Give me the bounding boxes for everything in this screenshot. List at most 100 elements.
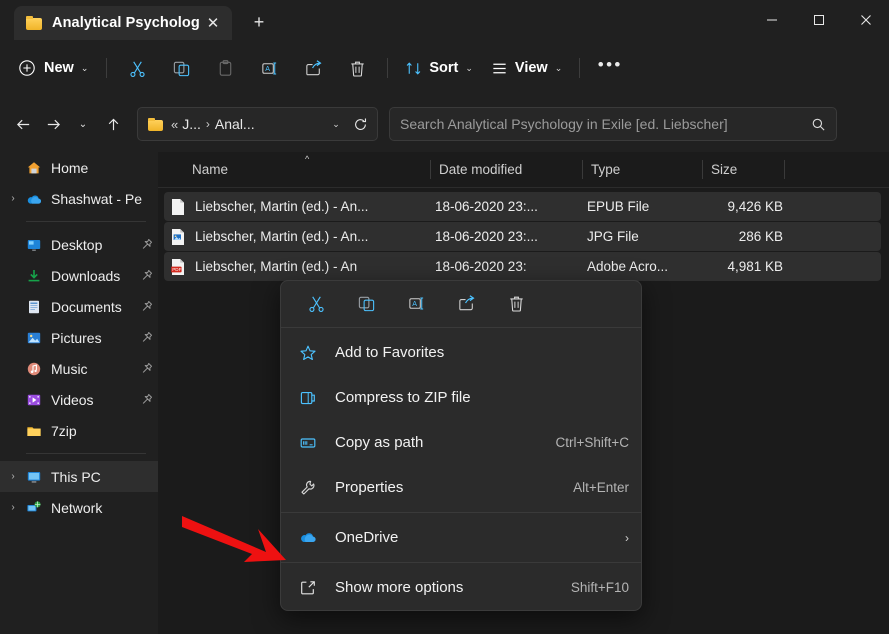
file-explorer-window: Analytical Psychology in Exile [ed. Lieb… xyxy=(0,0,889,634)
context-rename-button[interactable]: A xyxy=(391,286,441,320)
folder-icon xyxy=(26,423,42,439)
table-row[interactable]: Liebscher, Martin (ed.) - An... 18-06-20… xyxy=(164,222,881,251)
submenu-chevron-icon: › xyxy=(625,530,629,545)
pictures-icon xyxy=(26,330,42,346)
context-menu-item-show-more-options[interactable]: Show more options Shift+F10 xyxy=(281,565,641,610)
sidebar-item-music[interactable]: › Music xyxy=(0,353,158,384)
search-box[interactable]: Search Analytical Psychology in Exile [e… xyxy=(389,107,837,141)
share-button[interactable] xyxy=(291,51,335,85)
sort-button[interactable]: Sort ⌄ xyxy=(396,51,482,85)
maximize-button[interactable] xyxy=(795,0,842,40)
pin-icon[interactable] xyxy=(134,362,158,375)
tab-analytical-psychology[interactable]: Analytical Psychology in Exile [ed. Lieb… xyxy=(14,6,232,40)
sidebar-item-label: Desktop xyxy=(51,236,103,253)
column-header-date-modified[interactable]: Date modified xyxy=(431,152,583,187)
column-header-type[interactable]: Type xyxy=(583,152,703,187)
pin-icon[interactable] xyxy=(134,238,158,251)
breadcrumb-item-1[interactable]: J... xyxy=(182,116,201,132)
minimize-button[interactable] xyxy=(748,0,795,40)
sidebar-item-videos[interactable]: › Videos xyxy=(0,384,158,415)
file-date-cell: 18-06-2020 23:... xyxy=(435,229,538,244)
cut-button[interactable] xyxy=(115,51,159,85)
file-size-cell: 4,981 KB xyxy=(727,259,783,274)
context-menu-toolbar: A xyxy=(281,281,641,325)
context-copy-button[interactable] xyxy=(341,286,391,320)
new-tab-button[interactable]: + xyxy=(244,7,274,37)
context-menu-item-copy-as-path[interactable]: Copy as path Ctrl+Shift+C xyxy=(281,420,641,465)
expander-icon[interactable]: › xyxy=(0,471,26,482)
sidebar-item-7zip[interactable]: › 7zip xyxy=(0,415,158,446)
recent-locations-button[interactable]: ⌄ xyxy=(68,109,98,139)
pin-icon[interactable] xyxy=(134,331,158,344)
tab-close-icon[interactable]: ✕ xyxy=(200,10,226,36)
chevron-down-icon: ⌄ xyxy=(80,62,89,73)
sidebar-item-this-pc[interactable]: › This PC xyxy=(0,461,158,492)
new-button[interactable]: New ⌄ xyxy=(10,52,98,84)
search-input[interactable]: Search Analytical Psychology in Exile [e… xyxy=(400,116,811,132)
chevron-down-icon: ⌄ xyxy=(78,118,88,130)
context-menu-item-shortcut: Ctrl+Shift+C xyxy=(555,435,629,450)
expander-icon[interactable]: › xyxy=(0,193,26,204)
context-menu-item-add-to-favorites[interactable]: Add to Favorites xyxy=(281,330,641,375)
table-row[interactable]: PDF Liebscher, Martin (ed.) - An 18-06-2… xyxy=(164,252,881,281)
onedrive-icon xyxy=(299,529,321,547)
context-delete-button[interactable] xyxy=(491,286,541,320)
column-header-label: Date modified xyxy=(439,162,523,177)
see-more-button[interactable]: ••• xyxy=(588,51,632,85)
pin-icon[interactable] xyxy=(134,300,158,313)
delete-button[interactable] xyxy=(335,51,379,85)
sidebar-item-documents[interactable]: › Documents xyxy=(0,291,158,322)
pin-icon[interactable] xyxy=(134,393,158,406)
refresh-icon[interactable] xyxy=(347,111,373,137)
command-bar: New ⌄ A Sort ⌄ View ⌄ ••• xyxy=(0,40,889,96)
context-share-button[interactable] xyxy=(441,286,491,320)
table-row[interactable]: Liebscher, Martin (ed.) - An... 18-06-20… xyxy=(164,192,881,221)
column-header-label: Name xyxy=(192,162,229,177)
back-button[interactable] xyxy=(8,109,38,139)
sidebar-item-pictures[interactable]: › Pictures xyxy=(0,322,158,353)
column-header-size[interactable]: Size xyxy=(703,152,785,187)
new-button-label: New xyxy=(44,60,74,76)
star-icon xyxy=(299,344,321,362)
svg-text:A: A xyxy=(265,65,270,73)
view-button[interactable]: View ⌄ xyxy=(482,51,571,85)
sidebar-item-desktop[interactable]: › Desktop xyxy=(0,229,158,260)
column-header-name[interactable]: Name ^ xyxy=(158,152,431,187)
sidebar-item-home[interactable]: › Home xyxy=(0,152,158,183)
up-button[interactable] xyxy=(98,109,128,139)
desktop-icon xyxy=(26,237,42,253)
forward-button[interactable] xyxy=(38,109,68,139)
ellipsis-icon: ••• xyxy=(597,55,623,74)
sidebar-item-onedrive[interactable]: › Shashwat - Pe xyxy=(0,183,158,214)
file-name: Liebscher, Martin (ed.) - An... xyxy=(195,229,369,244)
sidebar-item-downloads[interactable]: › Downloads xyxy=(0,260,158,291)
wrench-icon xyxy=(299,479,321,497)
rename-button[interactable]: A xyxy=(247,51,291,85)
copy-button[interactable] xyxy=(159,51,203,85)
context-menu-item-onedrive[interactable]: OneDrive › xyxy=(281,515,641,560)
context-menu: A Add to Favorites Compress to ZIP file xyxy=(280,280,642,611)
navigation-pane: › Home › Shashwat - Pe › Desktop xyxy=(0,152,158,634)
context-menu-item-properties[interactable]: Properties Alt+Enter xyxy=(281,465,641,510)
plus-circle-icon xyxy=(18,59,36,77)
close-button[interactable] xyxy=(842,0,889,40)
sidebar-divider xyxy=(26,221,146,222)
sidebar-item-label: Videos xyxy=(51,391,94,408)
pin-icon[interactable] xyxy=(134,269,158,282)
toolbar-divider-3 xyxy=(579,58,581,78)
address-bar[interactable]: « J... › Anal... ⌄ xyxy=(137,107,378,141)
address-dropdown-icon[interactable]: ⌄ xyxy=(325,111,347,137)
context-cut-button[interactable] xyxy=(291,286,341,320)
column-divider[interactable] xyxy=(784,160,785,179)
breadcrumb-overflow[interactable]: « xyxy=(171,117,178,132)
expander-icon: › xyxy=(0,301,26,312)
breadcrumb-item-2[interactable]: Anal... xyxy=(215,116,255,132)
expander-icon[interactable]: › xyxy=(0,502,26,513)
context-menu-item-compress-zip[interactable]: Compress to ZIP file xyxy=(281,375,641,420)
documents-icon xyxy=(26,299,42,315)
context-menu-item-label: OneDrive xyxy=(335,529,399,546)
zip-icon xyxy=(299,389,321,407)
paste-button[interactable] xyxy=(203,51,247,85)
sidebar-item-label: Network xyxy=(51,499,103,516)
sidebar-item-network[interactable]: › Network xyxy=(0,492,158,523)
